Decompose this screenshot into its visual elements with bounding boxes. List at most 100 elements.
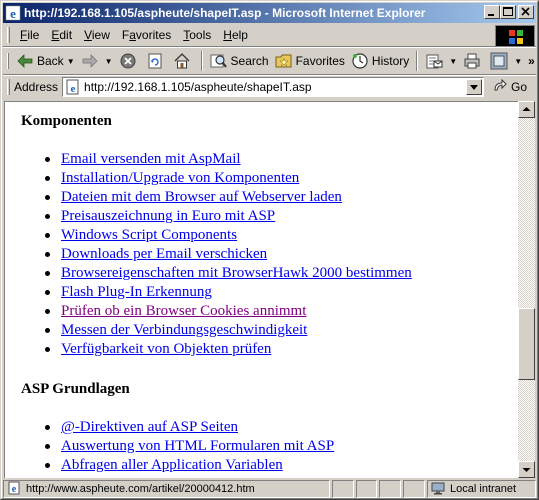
toolbar-divider bbox=[416, 51, 419, 71]
address-url[interactable]: http://192.168.1.105/aspheute/shapeIT.as… bbox=[84, 80, 312, 94]
asp-grundlagen-link[interactable]: Abfragen aller Application Variablen bbox=[61, 457, 283, 473]
page-status-icon: e bbox=[7, 481, 23, 497]
menu-grip[interactable] bbox=[7, 27, 10, 43]
go-button[interactable]: Go bbox=[492, 78, 527, 97]
history-clock-icon bbox=[351, 52, 369, 70]
history-button[interactable]: History bbox=[348, 50, 412, 72]
back-dropdown-icon[interactable]: ▼ bbox=[67, 57, 75, 66]
asp-grundlagen-link[interactable]: @-Direktiven auf ASP Seiten bbox=[61, 419, 238, 435]
zone-cell[interactable]: Local intranet bbox=[427, 480, 536, 498]
mail-dropdown-icon[interactable]: ▼ bbox=[449, 57, 457, 66]
komponenten-link[interactable]: Prüfen ob ein Browser Cookies annimmt bbox=[61, 303, 306, 319]
address-label: Address bbox=[14, 80, 59, 94]
edit-dropdown-icon[interactable]: ▼ bbox=[514, 57, 522, 66]
forward-button[interactable]: ▼ bbox=[78, 50, 116, 72]
page-icon: e bbox=[65, 79, 81, 95]
scroll-down-button[interactable] bbox=[518, 461, 535, 478]
favorites-button[interactable]: Favorites bbox=[272, 50, 348, 72]
list-item: Installation/Upgrade von Komponenten bbox=[45, 169, 412, 188]
mail-button[interactable]: ▼ bbox=[422, 50, 460, 72]
zone-label: Local intranet bbox=[450, 483, 517, 495]
komponenten-link[interactable]: Browsereigenschaften mit BrowserHawk 200… bbox=[61, 265, 412, 281]
list-item: Flash Plug-In Erkennung bbox=[45, 283, 412, 302]
list-item: Preisauszeichnung in Euro mit ASP bbox=[45, 207, 412, 226]
page-content: Komponenten Email versenden mit AspMail I… bbox=[4, 101, 518, 478]
komponenten-link[interactable]: Downloads per Email verschicken bbox=[61, 246, 267, 262]
forward-dropdown-icon[interactable]: ▼ bbox=[105, 57, 113, 66]
back-arrow-icon bbox=[16, 52, 34, 70]
status-cell-empty-1 bbox=[331, 480, 354, 498]
refresh-button[interactable] bbox=[143, 50, 170, 72]
asp-grundlagen-link[interactable]: Auswertung von HTML Formularen mit ASP bbox=[61, 438, 334, 454]
komponenten-list: Email versenden mit AspMail Installation/… bbox=[45, 150, 412, 359]
komponenten-link[interactable]: Messen der Verbindungsgeschwindigkeit bbox=[61, 322, 307, 338]
title-bar[interactable]: e http://192.168.1.105/aspheute/shapeIT.… bbox=[3, 3, 536, 23]
komponenten-link[interactable]: Email versenden mit AspMail bbox=[61, 151, 241, 167]
standard-toolbar: Back ▼ ▼ Search Favorites History ▼ ▼ » bbox=[3, 48, 536, 74]
stop-button[interactable] bbox=[116, 50, 143, 72]
list-item: Messen der Verbindungsgeschwindigkeit bbox=[45, 321, 412, 340]
scroll-up-icon bbox=[522, 107, 531, 111]
scroll-up-button[interactable] bbox=[518, 101, 535, 118]
toolbar-divider bbox=[200, 51, 203, 71]
windows-logo-icon bbox=[509, 30, 523, 44]
menu-file[interactable]: File bbox=[14, 26, 45, 44]
komponenten-link[interactable]: Dateien mit dem Browser auf Webserver la… bbox=[61, 189, 342, 205]
komponenten-link[interactable]: Verfügbarkeit von Objekten prüfen bbox=[61, 341, 271, 357]
komponenten-link[interactable]: Windows Script Components bbox=[61, 227, 237, 243]
menu-tools[interactable]: Tools bbox=[177, 26, 217, 44]
komponenten-link[interactable]: Installation/Upgrade von Komponenten bbox=[61, 170, 299, 186]
printer-icon bbox=[463, 52, 481, 70]
svg-text:e: e bbox=[10, 6, 16, 21]
refresh-icon bbox=[146, 52, 164, 70]
list-item: Downloads per Email verschicken bbox=[45, 245, 412, 264]
list-item: @-Direktiven auf ASP Seiten bbox=[45, 418, 334, 437]
list-item: Dateien mit dem Browser auf Webserver la… bbox=[45, 188, 412, 207]
address-bar: Address e http://192.168.1.105/aspheute/… bbox=[3, 76, 536, 98]
status-text-cell: e http://www.aspheute.com/artikel/200004… bbox=[3, 480, 330, 498]
menu-help[interactable]: Help bbox=[217, 26, 254, 44]
intranet-zone-icon bbox=[431, 481, 447, 497]
stop-icon bbox=[119, 52, 137, 70]
list-item: Abfragen aller Application Variablen bbox=[45, 456, 334, 475]
scroll-thumb[interactable] bbox=[518, 308, 535, 380]
search-button[interactable]: Search bbox=[207, 50, 272, 72]
windows-throbber bbox=[495, 25, 535, 47]
address-grip[interactable] bbox=[7, 79, 10, 95]
status-cell-empty-3 bbox=[379, 480, 402, 498]
svg-text:e: e bbox=[71, 83, 76, 95]
print-button[interactable] bbox=[460, 50, 487, 72]
toolbar-grip[interactable] bbox=[7, 53, 9, 69]
asp-grundlagen-list: @-Direktiven auf ASP Seiten Auswertung vo… bbox=[45, 418, 334, 475]
list-item: Browsereigenschaften mit BrowserHawk 200… bbox=[45, 264, 412, 283]
scroll-down-icon bbox=[522, 468, 531, 472]
menu-bar: File Edit View Favorites Tools Help bbox=[3, 25, 491, 45]
address-input[interactable]: e http://192.168.1.105/aspheute/shapeIT.… bbox=[62, 77, 485, 97]
ie-logo-icon: e bbox=[5, 5, 21, 21]
home-button[interactable] bbox=[170, 50, 197, 72]
komponenten-link[interactable]: Flash Plug-In Erkennung bbox=[61, 284, 212, 300]
list-item: Windows Script Components bbox=[45, 226, 412, 245]
close-button[interactable] bbox=[518, 5, 534, 19]
menu-edit[interactable]: Edit bbox=[45, 26, 78, 44]
menu-view[interactable]: View bbox=[78, 26, 116, 44]
komponenten-link[interactable]: Preisauszeichnung in Euro mit ASP bbox=[61, 208, 275, 224]
edit-button[interactable]: ▼ bbox=[487, 50, 525, 72]
toolbar-chevron-icon[interactable]: » bbox=[525, 50, 538, 72]
back-button[interactable]: Back ▼ bbox=[13, 50, 78, 72]
mail-icon bbox=[425, 52, 443, 70]
edit-page-icon bbox=[490, 52, 508, 70]
list-item: Prüfen ob ein Browser Cookies annimmt bbox=[45, 302, 412, 321]
address-dropdown-button[interactable] bbox=[466, 79, 483, 95]
close-icon bbox=[521, 7, 530, 16]
window-controls bbox=[484, 5, 534, 19]
minimize-button[interactable] bbox=[484, 5, 500, 19]
favorites-folder-icon bbox=[275, 52, 293, 70]
vertical-scrollbar[interactable] bbox=[518, 101, 535, 478]
status-bar: e http://www.aspheute.com/artikel/200004… bbox=[3, 480, 536, 498]
status-cell-empty-4 bbox=[403, 480, 426, 498]
svg-text:e: e bbox=[12, 484, 17, 495]
search-icon bbox=[210, 52, 228, 70]
menu-favorites[interactable]: Favorites bbox=[116, 26, 177, 44]
maximize-button[interactable] bbox=[500, 5, 516, 19]
